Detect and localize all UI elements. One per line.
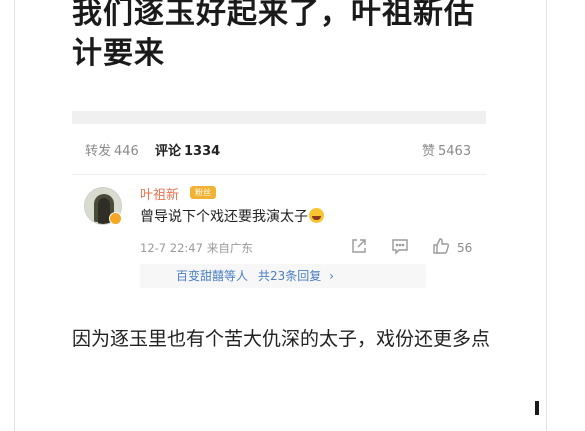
comment-username[interactable]: 叶祖新 bbox=[140, 184, 179, 203]
comment-item: 叶祖新 粉丝 曾导说下个戏还要我演太子 12-7 22:47 来自广东 56 百变… bbox=[72, 175, 486, 295]
chevron-right-icon: › bbox=[329, 269, 334, 283]
replies-who: 百变甜囍等人 bbox=[176, 269, 249, 283]
replies-count: 共23条回复 bbox=[258, 269, 322, 283]
section-divider bbox=[72, 111, 486, 124]
comment-date: 12-7 22:47 bbox=[140, 241, 203, 255]
corner-mark bbox=[535, 401, 539, 415]
body-text: 因为逐玉里也有个苦大仇深的太子，戏份还更多点 bbox=[72, 328, 491, 350]
laugh-emoji-icon bbox=[309, 208, 324, 223]
like-tab[interactable]: 赞 5463 bbox=[422, 140, 471, 159]
like-label: 赞 bbox=[422, 144, 436, 159]
share-icon[interactable] bbox=[350, 237, 368, 255]
comment-icon[interactable] bbox=[391, 237, 409, 255]
repost-label: 转发 bbox=[85, 144, 112, 159]
post-title: 我们逐玉好起来了，叶祖新估计要来 bbox=[72, 0, 475, 71]
repost-tab[interactable]: 转发 446 bbox=[85, 140, 139, 159]
fan-badge: 粉丝 bbox=[190, 186, 216, 199]
comment-text-content: 曾导说下个戏还要我演太子 bbox=[140, 209, 308, 225]
comment-label: 评论 bbox=[155, 144, 182, 159]
comment-meta: 12-7 22:47 来自广东 bbox=[140, 240, 253, 256]
comment-like-count: 56 bbox=[457, 241, 473, 255]
comment-tab[interactable]: 评论 1334 bbox=[155, 140, 220, 159]
comment-source: 来自广东 bbox=[206, 241, 253, 255]
comment-text: 曾导说下个戏还要我演太子 bbox=[140, 206, 324, 226]
like-count: 5463 bbox=[438, 144, 472, 159]
replies-link[interactable]: 百变甜囍等人 共23条回复 › bbox=[140, 264, 426, 288]
like-icon[interactable] bbox=[432, 237, 450, 255]
verified-badge-icon bbox=[109, 212, 122, 225]
repost-count: 446 bbox=[114, 144, 139, 159]
comment-count: 1334 bbox=[184, 144, 221, 159]
stats-bar: 转发 446 评论 1334 赞 5463 bbox=[72, 124, 486, 175]
